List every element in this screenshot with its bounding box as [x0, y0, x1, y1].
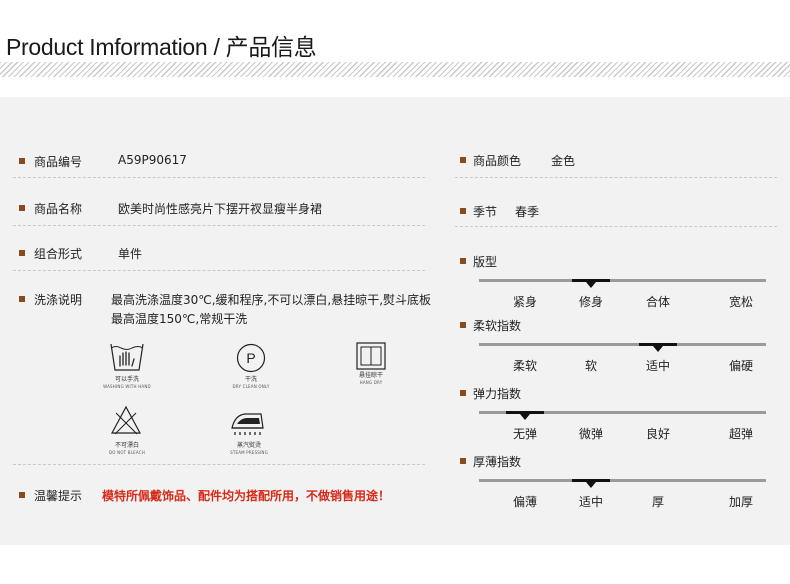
bullet-square-icon: [19, 296, 25, 302]
bullet-square-icon: [19, 205, 25, 211]
care-caption-en: HANG DRY: [359, 380, 383, 385]
scale-option: 适中: [645, 359, 670, 373]
notice-label: 温馨提示: [34, 489, 83, 503]
bullet-square-icon: [460, 458, 466, 464]
product-name-value: 欧美时尚性感亮片下摆开衩显瘦半身裙: [118, 202, 323, 216]
care-caption: 干洗: [244, 376, 257, 383]
season-label: 季节: [473, 205, 498, 219]
product-code-label: 商品编号: [34, 155, 83, 169]
scale-option: 紧身: [512, 295, 537, 309]
divider: [13, 270, 425, 271]
bullet-square-icon: [460, 258, 466, 264]
bullet-square-icon: [460, 322, 466, 328]
care-caption-en: DO NOT BLEACH: [109, 450, 145, 455]
scale-label: 弹力指数: [473, 387, 522, 401]
product-name-label: 商品名称: [34, 202, 83, 216]
scale-pointer-icon: [520, 414, 530, 420]
scale-label: 柔软指数: [473, 319, 522, 333]
hang-dry-icon: [356, 342, 386, 370]
scale-track: [479, 279, 766, 282]
bullet-square-icon: [19, 158, 25, 164]
scale-track: [479, 343, 766, 346]
wash-label: 洗涤说明: [34, 293, 83, 307]
page-title: Product Imformation / 产品信息: [6, 34, 317, 60]
wash-instructions: 最高洗涤温度30℃,缓和程序,不可以漂白,悬挂晾干,熨斗底板最高温度150℃,常…: [111, 293, 432, 326]
care-caption-en: STEAM PRESSING: [230, 450, 268, 455]
scale-label: 版型: [473, 255, 498, 269]
care-caption: 蒸汽熨烫: [236, 442, 261, 449]
combo-label: 组合形式: [34, 247, 83, 261]
scale-option: 加厚: [728, 495, 753, 509]
care-caption: 不可漂白: [114, 442, 139, 449]
bullet-square-icon: [460, 390, 466, 396]
combo-value: 单件: [118, 247, 143, 261]
scale-option: 偏硬: [728, 359, 753, 373]
care-caption: 可以手洗: [114, 376, 139, 383]
divider: [13, 225, 425, 226]
scale-option: 适中: [578, 495, 603, 509]
scale-pointer-icon: [586, 482, 596, 488]
scale-option: 厚: [651, 495, 664, 509]
bullet-square-icon: [19, 492, 25, 498]
season-value: 春季: [515, 205, 540, 219]
divider: [455, 177, 777, 178]
scale-option: 超弹: [728, 427, 753, 441]
scale-option: 柔软: [512, 359, 537, 373]
scale-option: 修身: [578, 295, 603, 309]
product-code-value: A59P90617: [118, 153, 187, 167]
steam-iron-icon: [231, 413, 264, 435]
scale-pointer-icon: [653, 346, 663, 352]
scale-option: 良好: [645, 427, 670, 441]
notice-text: 模特所佩戴饰品、配件均为搭配所用，不做销售用途！: [102, 489, 391, 503]
bullet-square-icon: [19, 250, 25, 256]
bullet-square-icon: [460, 157, 466, 163]
care-caption: 悬挂晾干: [358, 372, 383, 379]
no-bleach-icon: [110, 405, 142, 435]
color-label: 商品颜色: [473, 154, 522, 168]
divider: [13, 177, 425, 178]
dry-clean-icon: P: [236, 343, 266, 373]
divider: [13, 464, 425, 465]
divider: [455, 226, 777, 227]
care-caption-en: DRY CLEAN ONLY: [232, 384, 270, 389]
scale-option: 偏薄: [512, 495, 537, 509]
hand-wash-icon: [110, 343, 144, 371]
scale-option: 无弹: [512, 427, 537, 441]
header-stripe-divider: [0, 62, 790, 77]
care-caption-en: WASHING WITH HAND: [103, 384, 151, 389]
color-value: 金色: [551, 154, 576, 168]
scale-pointer-icon: [586, 282, 596, 288]
scale-option: 宽松: [728, 295, 753, 309]
scale-option: 微弹: [578, 427, 603, 441]
scale-label: 厚薄指数: [473, 455, 522, 469]
scale-option: 合体: [645, 295, 670, 309]
dry-clean-symbol: P: [246, 350, 255, 366]
scale-track: [479, 479, 766, 482]
scale-option: 软: [584, 359, 597, 373]
bullet-square-icon: [460, 208, 466, 214]
